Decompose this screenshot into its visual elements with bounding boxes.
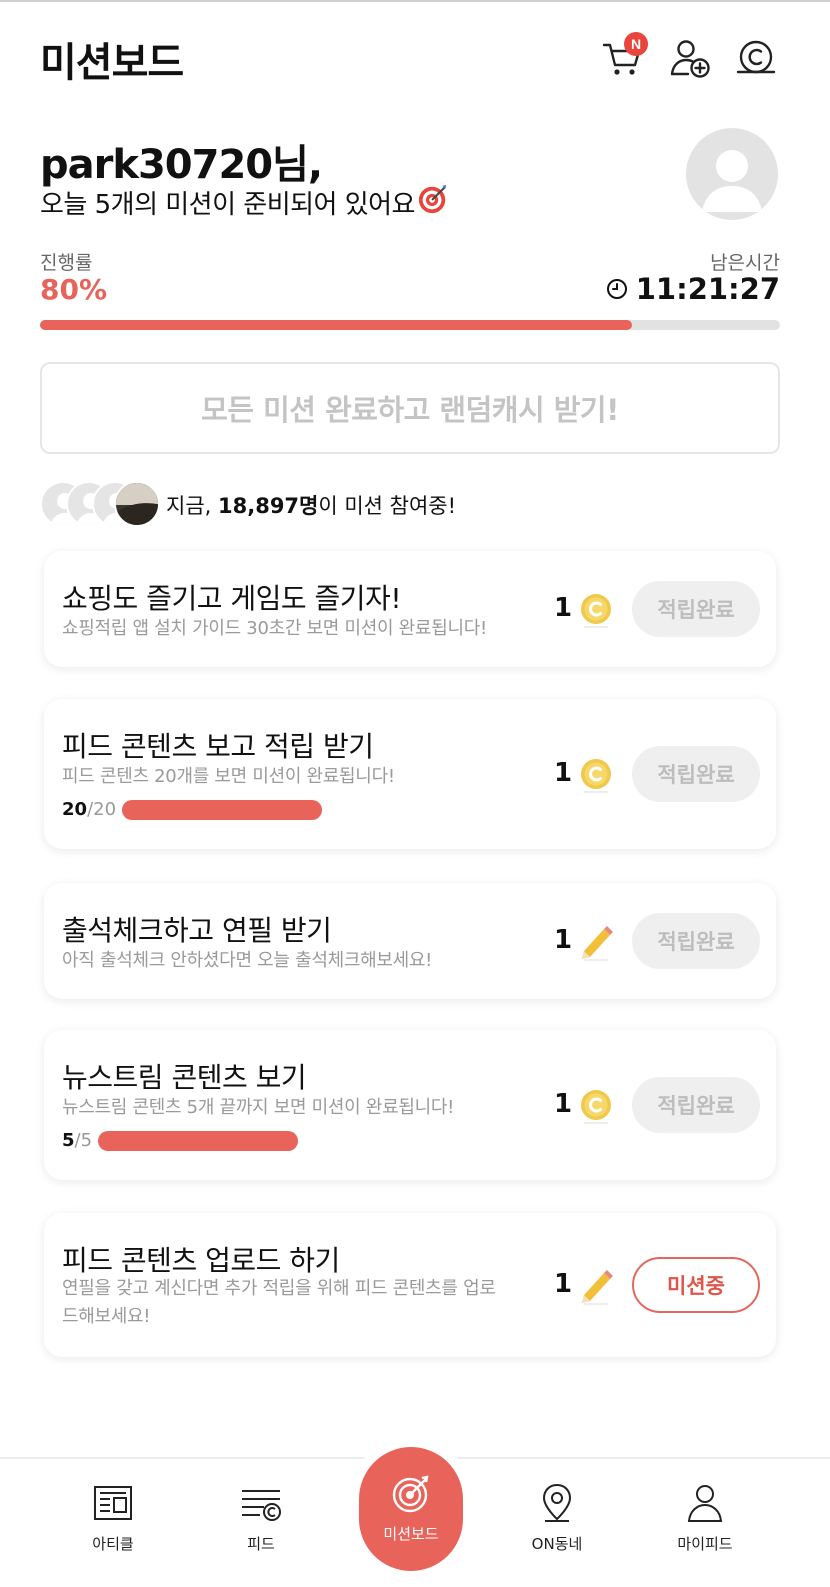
- mission-progress-bar: [98, 1130, 299, 1151]
- location-pin-icon: [542, 1483, 572, 1522]
- mission-progress-count: 20/20: [62, 799, 323, 820]
- mission-title: 피드 콘텐츠 보고 적립 받기: [62, 730, 374, 763]
- mission-reward-amount: 1: [554, 593, 573, 623]
- greeting-subtitle-text: 오늘 5개의 미션이 준비되어 있어요: [40, 190, 415, 220]
- participants-row: 지금, 18,897명이 미션 참여중!: [40, 480, 456, 530]
- mission-progress-fill: [40, 320, 632, 330]
- greeting-subtitle: 오늘 5개의 미션이 준비되어 있어요: [40, 183, 449, 222]
- mission-progress-bar: [40, 320, 780, 330]
- remaining-time: 11:21:27: [606, 272, 780, 306]
- mission-description: 연필을 갖고 계신다면 추가 적립을 위해 피드 콘텐츠를 업로드해보세요!: [62, 1278, 496, 1327]
- mission-description: 아직 출석체크 안하셨다면 오늘 출석체크해보세요!: [62, 950, 433, 971]
- nav-label: 미션보드: [383, 1525, 439, 1543]
- user-greeting-name: park30720님,: [40, 142, 323, 188]
- pencil-icon: [582, 926, 613, 961]
- mission-reward-amount: 1: [554, 1089, 573, 1119]
- remaining-time-label: 남은시간: [710, 252, 780, 274]
- new-badge: N: [624, 32, 648, 56]
- mission-title: 쇼핑도 즐기고 게임도 즐기자!: [62, 582, 402, 615]
- random-cash-reward-button[interactable]: 모든 미션 완료하고 랜덤캐시 받기!: [40, 362, 780, 454]
- mission-progress-total: /20: [87, 799, 117, 820]
- profile-avatar[interactable]: [686, 128, 778, 220]
- mission-reward-amount: 1: [554, 758, 573, 788]
- mission-card[interactable]: 쇼핑도 즐기고 게임도 즐기자! 쇼핑적립 앱 설치 가이드 30초간 보면 미…: [44, 551, 776, 667]
- person-icon: [687, 1485, 723, 1522]
- nav-label: 마이피드: [677, 1535, 733, 1553]
- mission-progress-bar: [122, 799, 323, 820]
- mission-status-button[interactable]: 적립완료: [632, 581, 760, 637]
- mission-card[interactable]: 뉴스트림 콘텐츠 보기 뉴스트림 콘텐츠 5개 끝까지 보면 미션이 완료됩니다…: [44, 1030, 776, 1180]
- random-cash-reward-label: 모든 미션 완료하고 랜덤캐시 받기!: [201, 393, 619, 427]
- feed-icon: [242, 1490, 281, 1521]
- mission-title: 출석체크하고 연필 받기: [62, 914, 332, 947]
- participant-avatar-photo: [114, 481, 160, 527]
- pencil-icon: [582, 1270, 613, 1305]
- nav-item-my-feed[interactable]: 마이피드: [650, 1481, 760, 1554]
- mission-progress-count: 5/5: [62, 1130, 299, 1151]
- mission-status-button[interactable]: 적립완료: [632, 1077, 760, 1133]
- page-title: 미션보드: [40, 40, 184, 86]
- mission-title: 뉴스트림 콘텐츠 보기: [62, 1061, 307, 1094]
- default-avatar-icon: [702, 150, 762, 212]
- target-emoji-icon: [417, 183, 449, 222]
- nav-label: ON동네: [531, 1535, 583, 1553]
- mission-progress-current: 5: [62, 1130, 75, 1151]
- nav-item-feed[interactable]: 피드: [206, 1481, 316, 1554]
- participants-suffix: 이 미션 참여중!: [318, 494, 457, 518]
- mission-progress-current: 20: [62, 799, 88, 820]
- nav-item-mission-board[interactable]: 미션보드: [359, 1447, 463, 1571]
- mission-card[interactable]: 출석체크하고 연필 받기 아직 출석체크 안하셨다면 오늘 출석체크해보세요! …: [44, 883, 776, 999]
- mission-reward-amount: 1: [554, 925, 573, 955]
- mission-status-button[interactable]: 적립완료: [632, 746, 760, 802]
- add-user-icon: [670, 40, 710, 78]
- mission-description: 피드 콘텐츠 20개를 보면 미션이 완료됩니다!: [62, 766, 395, 787]
- nav-item-article[interactable]: 아티클: [58, 1481, 168, 1554]
- nav-label: 아티클: [92, 1535, 134, 1553]
- nav-item-neighborhood[interactable]: ON동네: [502, 1481, 612, 1554]
- mission-description: 뉴스트림 콘텐츠 5개 끝까지 보면 미션이 완료됩니다!: [62, 1097, 455, 1118]
- nav-label: 피드: [247, 1535, 275, 1553]
- progress-label: 진행률: [40, 252, 93, 274]
- participants-count: 18,897명: [218, 494, 319, 518]
- coin-icon: [581, 1090, 611, 1124]
- coin-icon: [581, 594, 611, 628]
- mission-description: 쇼핑적립 앱 설치 가이드 30초간 보면 미션이 완료됩니다!: [62, 618, 487, 639]
- cash-button[interactable]: [734, 36, 778, 80]
- add-friend-button[interactable]: [668, 36, 712, 80]
- article-icon: [94, 1486, 132, 1520]
- participants-prefix: 지금,: [166, 494, 218, 518]
- mission-card[interactable]: 피드 콘텐츠 업로드 하기 연필을 갖고 계신다면 추가 적립을 위해 피드 콘…: [44, 1213, 776, 1357]
- remaining-time-value: 11:21:27: [635, 272, 780, 306]
- mission-status-button[interactable]: 미션중: [632, 1257, 760, 1313]
- participants-text: 지금, 18,897명이 미션 참여중!: [166, 490, 456, 520]
- mission-progress-total: /5: [74, 1130, 93, 1151]
- cash-coin-icon: [736, 40, 776, 74]
- clock-icon: [606, 279, 627, 299]
- target-icon: [392, 1475, 429, 1513]
- mission-card[interactable]: 피드 콘텐츠 보고 적립 받기 피드 콘텐츠 20개를 보면 미션이 완료됩니다…: [44, 699, 776, 849]
- progress-percent: 80%: [40, 273, 108, 306]
- mission-title: 피드 콘텐츠 업로드 하기: [62, 1244, 340, 1277]
- coin-icon: [581, 759, 611, 793]
- mission-reward-amount: 1: [554, 1269, 573, 1299]
- participant-avatars: [40, 481, 160, 529]
- cart-button[interactable]: N: [600, 32, 648, 80]
- app-header: 미션보드 N: [0, 0, 830, 110]
- mission-status-button[interactable]: 적립완료: [632, 913, 760, 969]
